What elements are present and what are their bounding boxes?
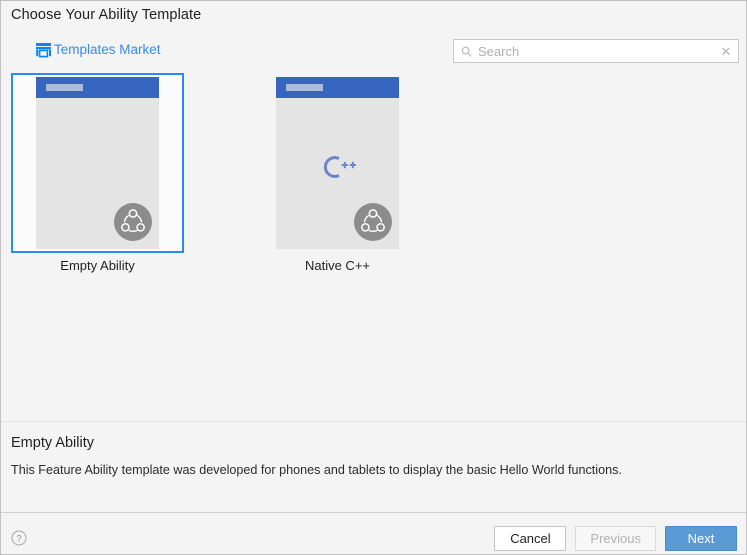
cancel-button[interactable]: Cancel [494,526,567,551]
templates-market-link[interactable]: Templates Market [35,40,161,60]
search-icon [461,46,478,57]
template-card-frame [251,73,424,253]
close-icon[interactable]: ✕ [718,43,734,59]
cpp-logo-icon [276,149,399,185]
choose-ability-template-dialog: Choose Your Ability Template Templates M… [0,0,747,555]
description-separator [1,421,746,422]
previous-button: Previous [575,526,656,551]
ability-badge-icon [113,202,153,242]
template-card-label: Empty Ability [60,258,135,273]
description-text: This Feature Ability template was develo… [11,463,622,477]
template-card-empty-ability[interactable]: Empty Ability [11,73,184,273]
thumbnail-app-bar [36,77,159,98]
footer-separator [1,512,746,513]
svg-text:?: ? [16,534,21,545]
description-title: Empty Ability [11,435,94,451]
templates-market-label: Templates Market [54,42,161,57]
template-card-native-cpp[interactable]: Native C++ [251,73,424,273]
template-thumbnail [276,77,399,249]
thumbnail-app-bar [276,77,399,98]
templates-grid: Empty Ability Native C++ [1,71,746,421]
footer-button-group: Cancel Previous Next [494,526,737,551]
search-box[interactable]: ✕ [453,39,739,63]
template-card-frame [11,73,184,253]
template-thumbnail [36,77,159,249]
next-button[interactable]: Next [665,526,737,551]
help-icon[interactable]: ? [11,530,27,546]
template-card-label: Native C++ [304,258,371,273]
page-title: Choose Your Ability Template [11,7,202,23]
search-input[interactable] [478,43,718,59]
ability-badge-icon [353,202,393,242]
thumbnail-title-placeholder [286,84,323,91]
thumbnail-title-placeholder [46,84,83,91]
storefront-icon [35,42,52,58]
